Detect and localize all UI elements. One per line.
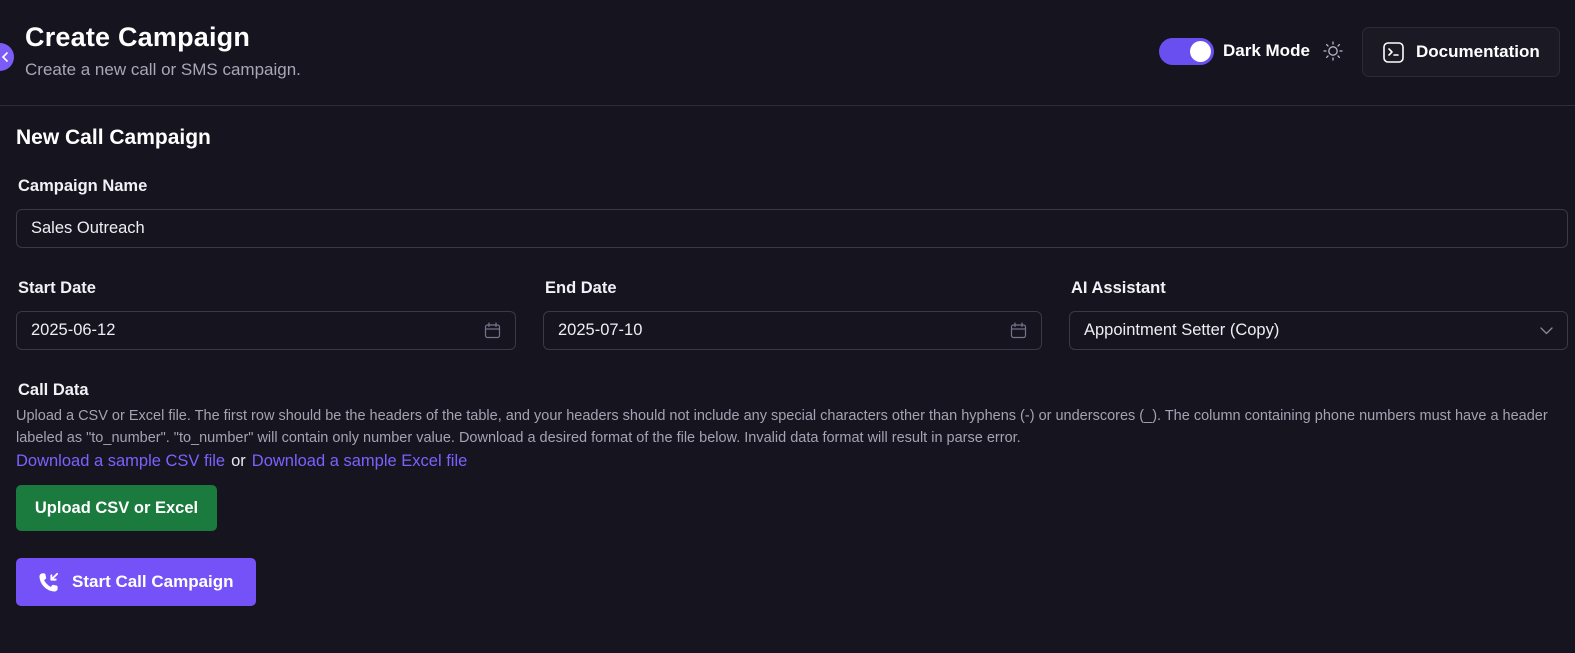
download-excel-link[interactable]: Download a sample Excel file: [252, 452, 468, 470]
upload-csv-excel-button[interactable]: Upload CSV or Excel: [16, 485, 217, 531]
campaign-name-value: Sales Outreach: [31, 219, 145, 237]
page-subtitle: Create a new call or SMS campaign.: [25, 60, 301, 79]
start-date-label: Start Date: [18, 279, 96, 297]
download-csv-link[interactable]: Download a sample CSV file: [16, 452, 225, 470]
campaign-name-input[interactable]: Sales Outreach: [16, 209, 1568, 248]
ai-assistant-value: Appointment Setter (Copy): [1084, 321, 1280, 339]
calendar-icon[interactable]: [1010, 322, 1027, 339]
start-call-campaign-label: Start Call Campaign: [72, 572, 234, 591]
chevron-left-icon: [1, 52, 8, 62]
ai-assistant-select[interactable]: Appointment Setter (Copy): [1069, 311, 1568, 350]
call-data-label: Call Data: [18, 381, 89, 399]
documentation-button[interactable]: Documentation: [1362, 27, 1560, 77]
terminal-icon: [1383, 41, 1404, 63]
start-date-value: 2025-06-12: [31, 321, 116, 339]
documentation-label: Documentation: [1416, 42, 1540, 61]
call-data-help-text: Upload a CSV or Excel file. The first ro…: [16, 408, 1548, 446]
section-title: New Call Campaign: [16, 126, 211, 149]
end-date-input[interactable]: 2025-07-10: [543, 311, 1042, 350]
ai-assistant-label: AI Assistant: [1071, 279, 1166, 297]
end-date-label: End Date: [545, 279, 617, 297]
campaign-name-label: Campaign Name: [18, 177, 148, 195]
page-header: Create Campaign Create a new call or SMS…: [0, 0, 1575, 106]
calendar-icon[interactable]: [484, 322, 501, 339]
phone-incoming-icon: [39, 572, 59, 592]
start-date-input[interactable]: 2025-06-12: [16, 311, 516, 350]
back-button[interactable]: [0, 43, 14, 71]
sun-icon: [1323, 41, 1343, 61]
or-text: or: [231, 452, 246, 470]
chevron-down-icon: [1540, 327, 1553, 335]
start-call-campaign-button[interactable]: Start Call Campaign: [16, 558, 256, 606]
toggle-knob: [1190, 41, 1211, 62]
page-title: Create Campaign: [25, 22, 251, 52]
dark-mode-toggle[interactable]: [1159, 38, 1214, 65]
dark-mode-label: Dark Mode: [1223, 41, 1310, 60]
end-date-value: 2025-07-10: [558, 321, 643, 339]
sample-links: Download a sample CSV file or Download a s…: [16, 452, 467, 471]
